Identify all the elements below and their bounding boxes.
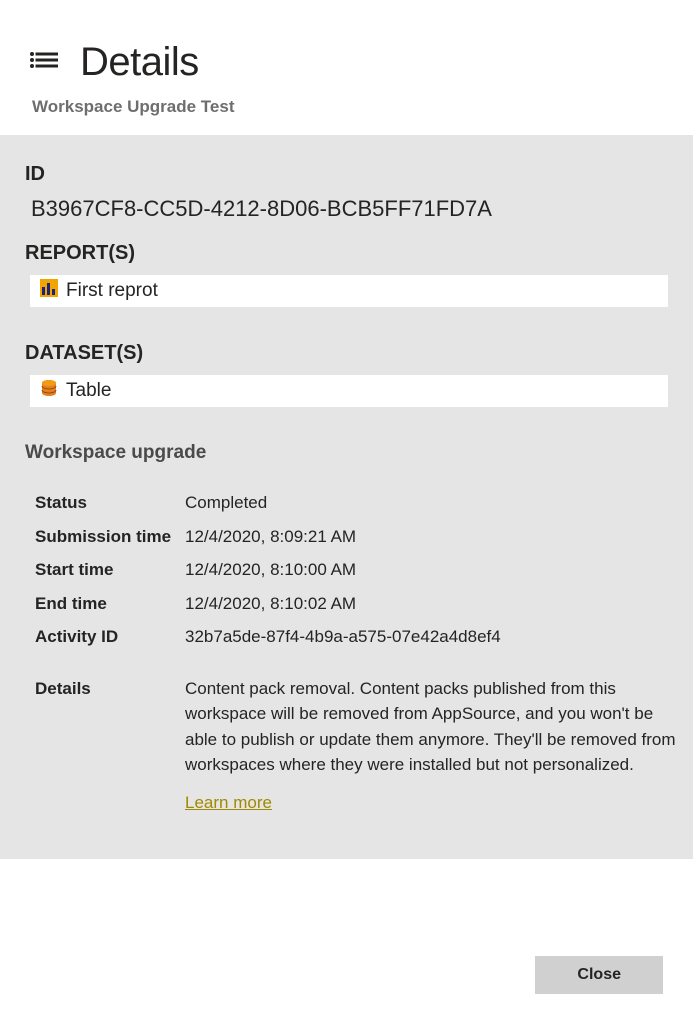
submission-value: 12/4/2020, 8:09:21 AM: [185, 520, 678, 554]
close-button[interactable]: Close: [535, 956, 663, 994]
details-text: Content pack removal. Content packs publ…: [185, 679, 676, 775]
start-label: Start time: [35, 553, 185, 587]
status-value: Completed: [185, 486, 678, 520]
end-label: End time: [35, 587, 185, 621]
report-chart-icon: [40, 279, 58, 303]
activity-value: 32b7a5de-87f4-4b9a-a575-07e42a4d8ef4: [185, 620, 678, 654]
dataset-item[interactable]: Table: [30, 375, 668, 407]
details-row: Details Content pack removal. Content pa…: [35, 654, 678, 820]
activity-row: Activity ID 32b7a5de-87f4-4b9a-a575-07e4…: [35, 620, 678, 654]
start-row: Start time 12/4/2020, 8:10:00 AM: [35, 553, 678, 587]
id-value: B3967CF8-CC5D-4212-8D06-BCB5FF71FD7A: [31, 196, 668, 222]
submission-row: Submission time 12/4/2020, 8:09:21 AM: [35, 520, 678, 554]
subtitle: Workspace Upgrade Test: [32, 97, 663, 117]
database-icon: [40, 379, 58, 403]
details-label: Details: [35, 654, 185, 820]
report-name: First reprot: [66, 280, 158, 302]
reports-label: REPORT(S): [25, 242, 668, 265]
title-row: Details: [30, 40, 663, 85]
list-menu-icon[interactable]: [30, 51, 58, 74]
header: Details Workspace Upgrade Test: [0, 0, 693, 135]
page-title: Details: [80, 40, 199, 85]
upgrade-heading: Workspace upgrade: [25, 442, 668, 464]
start-value: 12/4/2020, 8:10:00 AM: [185, 553, 678, 587]
activity-label: Activity ID: [35, 620, 185, 654]
submission-label: Submission time: [35, 520, 185, 554]
dataset-name: Table: [66, 380, 111, 402]
footer: Close: [535, 956, 663, 994]
status-row: Status Completed: [35, 486, 678, 520]
learn-more-link[interactable]: Learn more: [185, 790, 272, 816]
datasets-label: DATASET(S): [25, 342, 668, 365]
details-value: Content pack removal. Content packs publ…: [185, 654, 678, 820]
id-label: ID: [25, 163, 668, 186]
report-item[interactable]: First reprot: [30, 275, 668, 307]
end-row: End time 12/4/2020, 8:10:02 AM: [35, 587, 678, 621]
status-label: Status: [35, 486, 185, 520]
content: ID B3967CF8-CC5D-4212-8D06-BCB5FF71FD7A …: [0, 135, 693, 859]
end-value: 12/4/2020, 8:10:02 AM: [185, 587, 678, 621]
upgrade-info-table: Status Completed Submission time 12/4/20…: [35, 486, 678, 819]
